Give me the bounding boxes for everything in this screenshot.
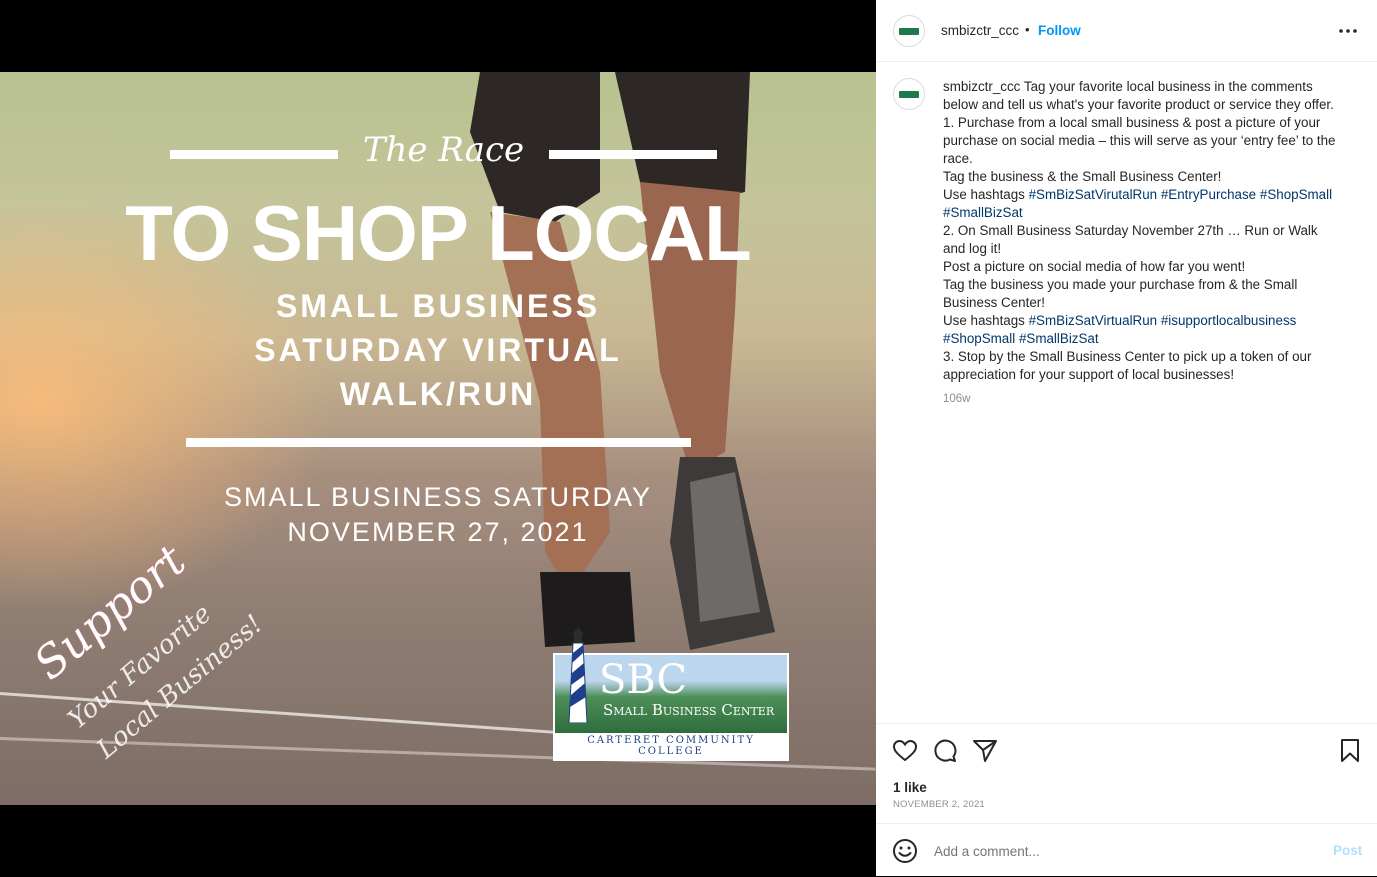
caption-p3-prefix: Use hashtags	[943, 187, 1029, 202]
send-icon[interactable]	[972, 738, 998, 764]
hashtag-link[interactable]: #SmBizSatVirtualRun	[1029, 313, 1158, 328]
date-line-1: SMALL BUSINESS SATURDAY	[223, 482, 653, 512]
bookmark-icon[interactable]	[1338, 738, 1362, 764]
caption-p4: 2. On Small Business Saturday November 2…	[943, 223, 1318, 256]
hashtag-link[interactable]: #ShopSmall	[943, 331, 1015, 346]
comment-input[interactable]	[932, 840, 1316, 862]
logo-name-text: Small Business Center	[603, 701, 775, 719]
caption-username[interactable]: smbizctr_ccc	[943, 79, 1020, 94]
follow-button[interactable]: Follow	[1038, 23, 1081, 38]
avatar[interactable]	[893, 15, 925, 47]
caption-age[interactable]: 106w	[943, 390, 1343, 408]
post-media[interactable]: The Race TO SHOP LOCAL SMALL BUSINESS SA…	[0, 0, 876, 876]
subhead-rule	[186, 438, 691, 447]
title-rule-left	[170, 150, 338, 159]
caption-p6: Tag the business you made your purchase …	[943, 277, 1298, 310]
post-image[interactable]: The Race TO SHOP LOCAL SMALL BUSINESS SA…	[0, 72, 876, 805]
caption-p7-prefix: Use hashtags	[943, 313, 1029, 328]
caption-p2: Tag the business & the Small Business Ce…	[943, 169, 1222, 184]
hashtag-link[interactable]: #EntryPurchase	[1161, 187, 1256, 202]
hashtag-link[interactable]: #isupportlocalbusiness	[1161, 313, 1296, 328]
headline-text: TO SHOP LOCAL	[125, 189, 752, 277]
hashtag-link[interactable]: #SmallBizSat	[1019, 331, 1099, 346]
caption-p8: 3. Stop by the Small Business Center to …	[943, 349, 1312, 382]
subhead-line-2: SATURDAY VIRTUAL	[254, 332, 622, 368]
hashtag-link[interactable]: #SmBizSatVirutalRun	[1029, 187, 1158, 202]
header-separator: •	[1025, 22, 1030, 37]
action-bar	[876, 723, 1377, 777]
caption-text: smbizctr_ccc Tag your favorite local bus…	[943, 78, 1343, 408]
sbc-logo: SBC Small Business Center Carteret Commu…	[553, 627, 789, 761]
heart-icon[interactable]	[892, 738, 918, 764]
more-horizontal-icon[interactable]	[1336, 19, 1360, 43]
caption-p5: Post a picture on social media of how fa…	[943, 259, 1246, 274]
header-script-text: The Race	[362, 130, 525, 170]
comment-box: Post	[876, 823, 1377, 877]
emoji-icon[interactable]	[892, 838, 918, 864]
header-username[interactable]: smbizctr_ccc	[941, 23, 1019, 38]
comment-icon[interactable]	[932, 738, 958, 764]
subhead-line-1: SMALL BUSINESS	[275, 288, 601, 324]
post-date[interactable]: NOVEMBER 2, 2021	[893, 799, 985, 810]
subhead-line-3: WALK/RUN	[339, 376, 537, 412]
hashtag-link[interactable]: #ShopSmall	[1260, 187, 1332, 202]
caption-avatar[interactable]	[893, 78, 925, 110]
logo-sbc-text: SBC	[599, 657, 688, 703]
hashtag-link[interactable]: #SmallBizSat	[943, 205, 1023, 220]
post-side-panel: smbizctr_ccc • Follow smbizctr_ccc Tag y…	[876, 0, 1377, 876]
lighthouse-icon	[568, 627, 588, 723]
post-header: smbizctr_ccc • Follow	[876, 0, 1377, 62]
post-comment-button[interactable]: Post	[1333, 843, 1362, 858]
date-line-2: NOVEMBER 27, 2021	[287, 517, 589, 547]
title-rule-right	[549, 150, 717, 159]
caption-p1: 1. Purchase from a local small business …	[943, 115, 1336, 166]
logo-college-text: Carteret Community College	[587, 735, 755, 757]
likes-count[interactable]: 1 like	[893, 780, 927, 795]
